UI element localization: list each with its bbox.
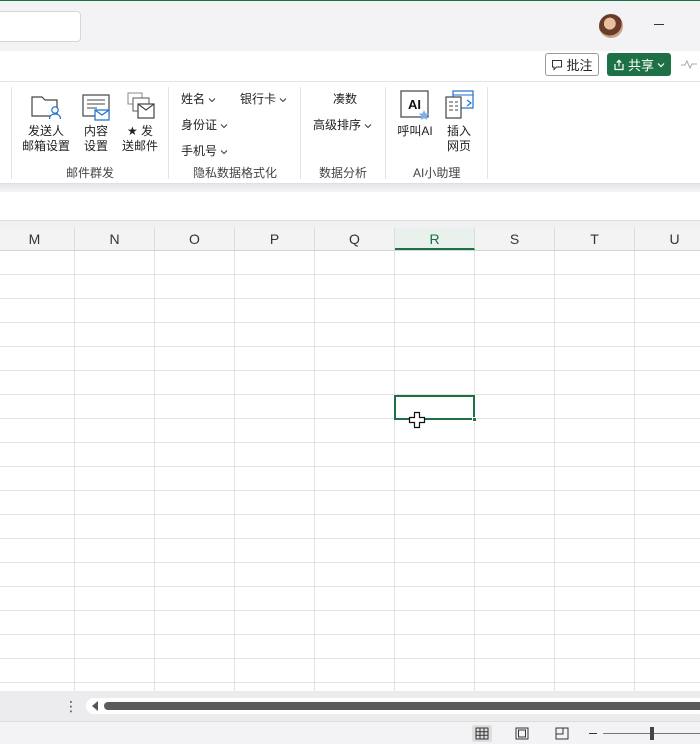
sender-mailbox-settings-button[interactable]: 发送人 邮箱设置 (20, 90, 72, 154)
mail-group-label: 邮件群发 (66, 166, 115, 180)
comment-button[interactable]: 批注 (545, 53, 599, 76)
sender-settings-line2: 邮箱设置 (21, 139, 70, 153)
column-header-s[interactable]: S (475, 228, 555, 250)
advanced-sort-label: 高级排序 (313, 118, 362, 132)
privacy-group-label: 隐私数据格式化 (193, 166, 278, 180)
content-settings-line1: 内容 (83, 124, 108, 138)
spreadsheet-window: 批注 共享 发送人 邮箱设置 内容 设置 ★ 发 送邮件 邮件群发 姓名 银行卡… (0, 0, 700, 744)
ribbon-divider (0, 184, 700, 192)
status-bar (0, 721, 700, 744)
comment-icon (552, 59, 563, 71)
name-format-label: 姓名 (181, 92, 206, 106)
group-separator (300, 87, 301, 179)
group-separator (385, 87, 386, 179)
ai-icon-text: AI (408, 97, 421, 112)
share-label: 共享 (627, 58, 654, 73)
group-separator (168, 87, 169, 179)
send-mail-line1: ★ 发 (126, 124, 154, 138)
name-format-dropdown[interactable]: 姓名 (181, 90, 216, 107)
title-bar: 批注 共享 (0, 1, 700, 76)
phone-format-dropdown[interactable]: 手机号 (181, 142, 228, 159)
id-card-format-dropdown[interactable]: 身份证 (181, 116, 228, 133)
sender-settings-line1: 发送人 (27, 124, 64, 138)
content-settings-line2: 设置 (83, 139, 108, 153)
scroll-left-icon[interactable] (92, 701, 98, 711)
activity-icon[interactable] (680, 57, 698, 71)
folder-user-icon (31, 96, 62, 120)
horizontal-scrollbar[interactable] (86, 698, 700, 714)
column-header-p[interactable]: P (235, 228, 315, 250)
insert-webpage-button[interactable]: 插入 网页 (440, 88, 478, 154)
bank-card-format-label: 银行卡 (240, 92, 277, 106)
page-break-icon (555, 727, 569, 740)
chevron-down-icon (279, 98, 287, 103)
column-header-t[interactable]: T (555, 228, 635, 250)
chevron-down-icon (220, 150, 228, 155)
sheet-menu-icon[interactable]: ⋮ (64, 698, 78, 714)
group-separator (11, 87, 12, 179)
make-up-sum-button[interactable]: 凑数 (333, 90, 357, 107)
chevron-down-icon (657, 62, 665, 67)
column-header-u[interactable]: U (635, 228, 700, 250)
mail-content-icon (82, 94, 110, 121)
analysis-group-label: 数据分析 (319, 166, 368, 180)
page-break-view-button[interactable] (552, 725, 572, 742)
sheet-gap (0, 221, 700, 228)
column-header-o[interactable]: O (155, 228, 235, 250)
comment-label: 批注 (566, 58, 593, 73)
column-header-n[interactable]: N (75, 228, 155, 250)
call-ai-label: 呼叫AI (397, 124, 433, 138)
avatar[interactable] (599, 14, 623, 38)
scrollbar-thumb[interactable] (104, 702, 700, 710)
bank-card-format-dropdown[interactable]: 银行卡 (240, 90, 287, 107)
insert-webpage-icon (445, 90, 474, 119)
id-card-format-label: 身份证 (181, 118, 218, 132)
chevron-down-icon (364, 124, 372, 129)
send-mail-icon (127, 92, 155, 119)
column-header-row: MNOPQRSTU (0, 228, 700, 251)
chevron-down-icon (208, 98, 216, 103)
insert-webpage-line2: 网页 (446, 139, 471, 153)
share-button[interactable]: 共享 (607, 53, 671, 76)
minimize-button[interactable] (646, 13, 672, 37)
call-ai-button[interactable]: AI 呼叫AI (394, 88, 436, 139)
formula-bar[interactable] (0, 192, 700, 221)
sheet-tab-bar: ⋮ (0, 691, 700, 721)
ai-icon: AI (400, 90, 430, 120)
insert-webpage-line1: 插入 (446, 124, 471, 138)
zoom-out-button[interactable] (589, 733, 597, 734)
page-view-icon (515, 727, 529, 740)
column-header-q[interactable]: Q (315, 228, 395, 250)
column-header-m[interactable]: M (0, 228, 75, 250)
grid-lines (0, 251, 700, 691)
group-separator (487, 87, 488, 179)
grid-view-icon (475, 727, 489, 740)
send-mail-line2: 送邮件 (121, 139, 158, 153)
search-input[interactable] (0, 11, 81, 42)
advanced-sort-dropdown[interactable]: 高级排序 (313, 116, 372, 133)
ribbon-toolbar: 发送人 邮箱设置 内容 设置 ★ 发 送邮件 邮件群发 姓名 银行卡 身份证 手… (0, 81, 700, 184)
fill-handle[interactable] (472, 417, 477, 422)
make-up-sum-label: 凑数 (333, 92, 358, 106)
cell-grid[interactable] (0, 251, 700, 691)
chevron-down-icon (220, 124, 228, 129)
normal-view-button[interactable] (472, 725, 492, 742)
zoom-slider-thumb[interactable] (650, 727, 654, 740)
ai-group-label: AI小助理 (413, 166, 461, 180)
selected-cell[interactable] (394, 395, 475, 420)
share-icon (614, 59, 624, 70)
send-mail-button[interactable]: ★ 发 送邮件 (118, 90, 162, 154)
page-layout-view-button[interactable] (512, 725, 532, 742)
phone-format-label: 手机号 (181, 144, 218, 158)
column-header-r[interactable]: R (395, 228, 475, 250)
cross-cursor-icon (408, 411, 426, 429)
content-settings-button[interactable]: 内容 设置 (78, 90, 114, 154)
